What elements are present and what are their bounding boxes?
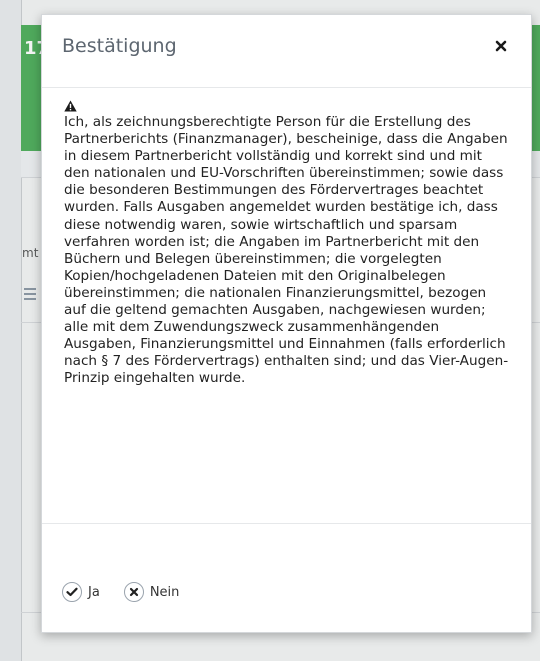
confirmation-dialog: Bestätigung Ich, als zeichnungsberechtig… <box>41 14 532 633</box>
yes-button[interactable]: Ja <box>62 582 100 602</box>
header-divider <box>42 87 531 88</box>
close-icon-glyph <box>495 40 507 52</box>
yes-label: Ja <box>88 584 100 600</box>
no-button[interactable]: Nein <box>123 582 180 602</box>
confirmation-text: Ich, als zeichnungsberechtigte Person fü… <box>64 114 509 387</box>
x-icon <box>123 582 144 602</box>
answer-options: Ja Nein <box>62 582 203 602</box>
check-icon <box>62 582 82 602</box>
footer-divider <box>42 523 531 524</box>
no-label: Nein <box>149 584 180 600</box>
dialog-title: Bestätigung <box>62 35 177 57</box>
warning-triangle-icon <box>64 97 78 112</box>
close-icon[interactable] <box>493 39 509 55</box>
